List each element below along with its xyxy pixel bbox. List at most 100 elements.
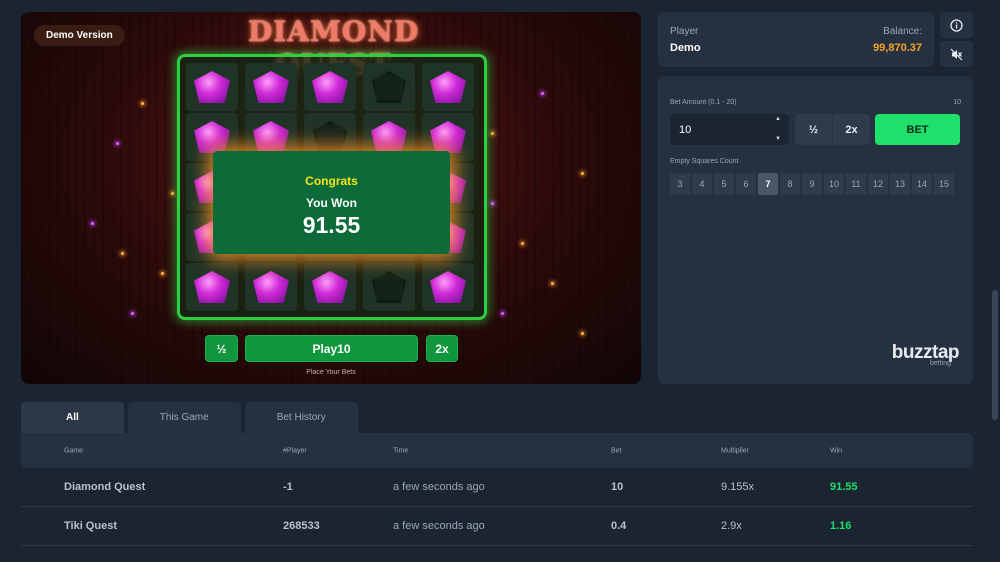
col-game: Game xyxy=(64,447,84,454)
square-count-option[interactable]: 15 xyxy=(934,173,954,195)
sparkle-particle xyxy=(581,172,584,175)
square-count-option[interactable]: 7 xyxy=(758,173,778,195)
scrollbar-thumb[interactable] xyxy=(992,290,998,420)
empty-squares-selector: 3 4 5 6 7 8 9 10 11 12 13 14 15 xyxy=(670,173,954,195)
board-tile[interactable] xyxy=(422,263,474,311)
chevron-down-icon[interactable]: ▼ xyxy=(775,136,781,142)
play-button[interactable]: Play10 xyxy=(245,335,418,362)
tab-bet-history[interactable]: Bet History xyxy=(244,402,358,433)
bet-amount-stepper[interactable]: ▲ ▼ xyxy=(772,116,784,142)
square-count-option[interactable]: 3 xyxy=(670,173,690,195)
chevron-up-icon[interactable]: ▲ xyxy=(775,116,781,122)
square-count-option[interactable]: 9 xyxy=(802,173,822,195)
board-tile[interactable] xyxy=(422,63,474,111)
square-count-option[interactable]: 10 xyxy=(824,173,844,195)
win-amount: 91.55 xyxy=(302,212,361,238)
row-bet: 10 xyxy=(611,481,624,493)
player-label: Player xyxy=(670,26,699,37)
brand-logo: buzztap betting xyxy=(892,342,960,367)
row-time: a few seconds ago xyxy=(393,481,485,493)
game-double-button[interactable]: 2x xyxy=(426,335,458,362)
page-scrollbar[interactable] xyxy=(992,0,998,562)
empty-hole-icon xyxy=(372,71,406,103)
row-multiplier: 2.9x xyxy=(721,520,742,532)
bet-button[interactable]: BET xyxy=(875,114,960,145)
col-time: Time xyxy=(393,447,409,454)
bet-half-button[interactable]: ½ xyxy=(795,114,832,145)
diamond-gem-icon xyxy=(430,71,466,103)
tab-this-game[interactable]: This Game xyxy=(127,402,241,433)
balance-value: 99,870.37 xyxy=(873,42,922,54)
place-bets-hint: Place Your Bets xyxy=(306,369,356,376)
diamond-gem-icon xyxy=(430,121,466,153)
diamond-gem-icon xyxy=(371,121,407,153)
win-label: You Won xyxy=(306,196,357,210)
sparkle-particle xyxy=(171,192,174,195)
sparkle-particle xyxy=(141,102,144,105)
bet-double-button[interactable]: 2x xyxy=(833,114,870,145)
square-count-option[interactable]: 4 xyxy=(692,173,712,195)
diamond-gem-icon xyxy=(194,71,230,103)
diamond-gem-icon xyxy=(194,271,230,303)
board-tile[interactable] xyxy=(304,63,356,111)
sparkle-particle xyxy=(131,312,134,315)
square-count-option[interactable]: 13 xyxy=(890,173,910,195)
player-card: Player Demo Balance: 99,870.37 xyxy=(658,12,934,67)
square-count-option[interactable]: 12 xyxy=(868,173,888,195)
board-tile[interactable] xyxy=(363,263,415,311)
board-tile[interactable] xyxy=(186,63,238,111)
empty-hole-icon xyxy=(313,121,347,153)
row-player: 268533 xyxy=(283,520,320,532)
square-count-option[interactable]: 6 xyxy=(736,173,756,195)
table-row: Diamond Quest -1 a few seconds ago 10 9.… xyxy=(21,468,973,507)
square-count-option[interactable]: 8 xyxy=(780,173,800,195)
sparkle-particle xyxy=(521,242,524,245)
sparkle-particle xyxy=(541,92,544,95)
row-time: a few seconds ago xyxy=(393,520,485,532)
square-count-option[interactable]: 14 xyxy=(912,173,932,195)
table-row: Tiki Quest 268533 a few seconds ago 0.4 … xyxy=(21,507,973,546)
sparkle-particle xyxy=(161,272,164,275)
table-header: Game #Player Time Bet Multiplier Win xyxy=(21,433,973,468)
sparkle-particle xyxy=(581,332,584,335)
game-canvas[interactable]: Demo Version DIAMOND QUEST Congrats You … xyxy=(21,12,641,384)
row-game: Diamond Quest xyxy=(64,481,146,493)
history-table: Game #Player Time Bet Multiplier Win Dia… xyxy=(21,433,973,546)
demo-badge: Demo Version xyxy=(34,25,125,46)
sound-toggle-button[interactable] xyxy=(940,41,973,67)
sparkle-particle xyxy=(91,222,94,225)
info-icon xyxy=(950,18,963,32)
diamond-gem-icon xyxy=(253,271,289,303)
bet-panel: Bet Amount (0.1 - 20) 10 ▲ ▼ ½ 2x BET Em… xyxy=(658,76,973,384)
win-popup: Congrats You Won 91.55 xyxy=(213,151,450,254)
balance-label: Balance: xyxy=(883,26,922,37)
diamond-gem-icon xyxy=(194,121,230,153)
board-tile[interactable] xyxy=(363,63,415,111)
row-bet: 0.4 xyxy=(611,520,627,532)
board-tile[interactable] xyxy=(245,263,297,311)
board-tile[interactable] xyxy=(304,263,356,311)
board-tile[interactable] xyxy=(186,263,238,311)
sparkle-particle xyxy=(491,202,494,205)
diamond-gem-icon xyxy=(312,71,348,103)
game-half-button[interactable]: ½ xyxy=(205,335,238,362)
col-multiplier: Multiplier xyxy=(721,447,750,454)
bet-amount-max: 10 xyxy=(953,99,961,106)
tab-all[interactable]: All xyxy=(21,402,124,433)
diamond-gem-icon xyxy=(430,271,466,303)
square-count-option[interactable]: 11 xyxy=(846,173,866,195)
player-name: Demo xyxy=(670,42,701,54)
row-multiplier: 9.155x xyxy=(721,481,755,493)
sparkle-particle xyxy=(491,132,494,135)
square-count-option[interactable]: 5 xyxy=(714,173,734,195)
sound-muted-icon xyxy=(950,48,963,60)
row-win: 1.16 xyxy=(830,520,852,532)
row-win: 91.55 xyxy=(830,481,858,493)
empty-squares-label: Empty Squares Count xyxy=(670,158,739,165)
board-tile[interactable] xyxy=(245,63,297,111)
diamond-gem-icon xyxy=(253,71,289,103)
row-player: -1 xyxy=(283,481,293,493)
info-button[interactable] xyxy=(940,12,973,38)
history-tabs: All This Game Bet History xyxy=(21,402,358,433)
sparkle-particle xyxy=(116,142,119,145)
